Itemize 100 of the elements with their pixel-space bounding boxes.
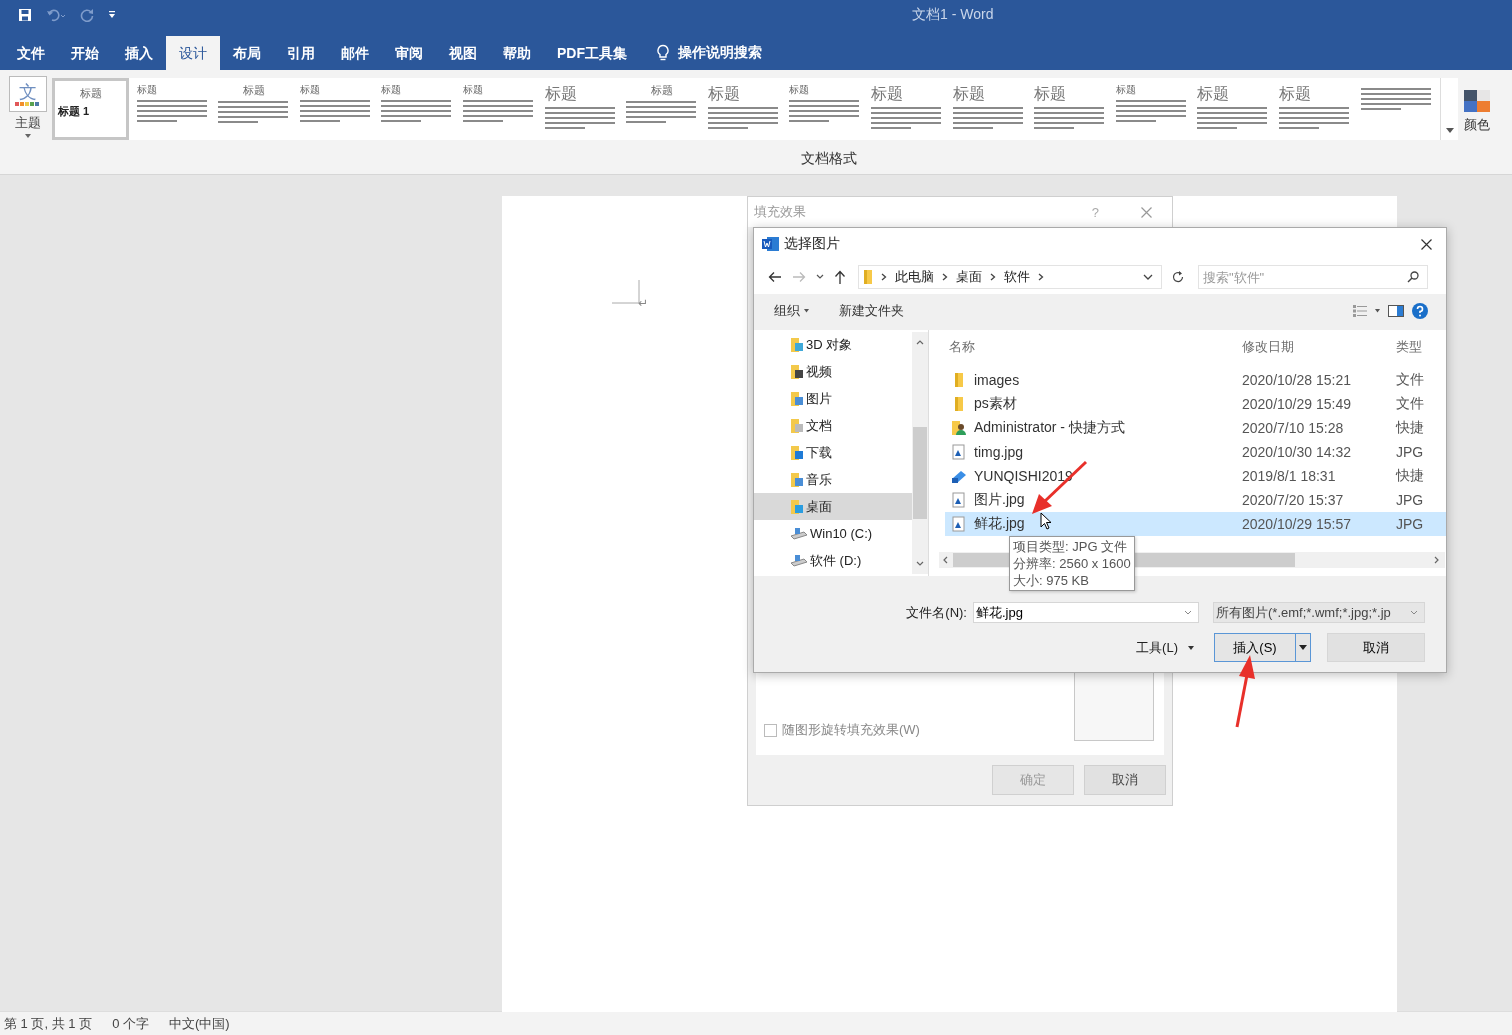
- file-row[interactable]: ps素材 2020/10/29 15:49 文件: [945, 392, 1446, 416]
- style-thumbnail[interactable]: 标题: [133, 78, 211, 140]
- ribbon-tab[interactable]: 帮助: [490, 36, 544, 70]
- cancel-button[interactable]: 取消: [1327, 633, 1425, 662]
- chevron-down-icon[interactable]: [816, 274, 824, 280]
- file-row[interactable]: images 2020/10/28 15:21 文件: [945, 368, 1446, 392]
- redo-icon[interactable]: [80, 8, 94, 22]
- tools-menu-button[interactable]: 工具(L): [1136, 638, 1194, 657]
- file-type-dropdown[interactable]: 所有图片(*.emf;*.wmf;*.jpg;*.jp: [1213, 602, 1425, 623]
- help-icon[interactable]: [1412, 303, 1428, 319]
- library-folder-icon: [790, 336, 804, 353]
- toolbar-button[interactable]: 组织: [774, 302, 809, 320]
- navigation-item[interactable]: 视频: [754, 358, 912, 385]
- breadcrumb-item[interactable]: 桌面: [956, 268, 982, 286]
- navigation-item[interactable]: 文档: [754, 412, 912, 439]
- file-date: 2020/10/29 15:49: [1241, 396, 1352, 412]
- text-lines-drawing: [1360, 88, 1431, 112]
- navigation-item[interactable]: 图片: [754, 385, 912, 412]
- ribbon-tab[interactable]: 插入: [112, 36, 166, 70]
- style-thumbnail[interactable]: 标题: [1112, 78, 1190, 140]
- text-lines-drawing: [299, 100, 370, 124]
- file-name: 鲜花.jpg: [974, 515, 1025, 533]
- insert-dropdown-button[interactable]: [1296, 633, 1311, 662]
- file-row[interactable]: YUNQISHI2019 2019/8/1 18:31 快捷: [945, 464, 1446, 488]
- style-thumbnail[interactable]: 标题: [215, 78, 293, 140]
- file-row[interactable]: 图片.jpg 2020/7/20 15:37 JPG: [945, 488, 1446, 512]
- file-row[interactable]: timg.jpg 2020/10/30 14:32 JPG: [945, 440, 1446, 464]
- ribbon-tab[interactable]: 布局: [220, 36, 274, 70]
- file-row[interactable]: 鲜花.jpg 2020/10/29 15:57 JPG: [945, 512, 1446, 536]
- ribbon-tab[interactable]: 引用: [274, 36, 328, 70]
- refresh-icon[interactable]: [1172, 271, 1184, 283]
- close-icon[interactable]: [1421, 238, 1432, 250]
- status-text: 第 1 页, 共 1 页: [4, 1014, 93, 1033]
- colors-button[interactable]: 颜色: [1464, 90, 1490, 134]
- file-row[interactable]: Administrator - 快捷方式 2020/7/10 15:28 快捷: [945, 416, 1446, 440]
- style-thumbnail[interactable]: 标题: [1031, 78, 1109, 140]
- customize-caret-icon[interactable]: [108, 11, 116, 19]
- back-arrow-icon[interactable]: [768, 271, 782, 283]
- checkbox-label: 随图形旋转填充效果(W): [782, 721, 920, 739]
- dialog-button[interactable]: 取消: [1084, 765, 1166, 795]
- themes-button[interactable]: 文 主题: [8, 76, 48, 138]
- caret-icon: [25, 134, 31, 138]
- text-lines-drawing: [462, 100, 533, 124]
- style-thumbnail[interactable]: 标题 标题 1: [52, 78, 129, 140]
- colors-label: 颜色: [1464, 116, 1490, 134]
- style-thumbnail[interactable]: 标题: [786, 78, 864, 140]
- scrollbar[interactable]: [912, 332, 928, 574]
- breadcrumb-item[interactable]: 此电脑: [895, 268, 934, 286]
- checkbox[interactable]: [764, 723, 777, 737]
- navigation-item[interactable]: 音乐: [754, 466, 912, 493]
- style-thumbnail[interactable]: 标题: [704, 78, 782, 140]
- navigation-item[interactable]: Win10 (C:): [754, 520, 912, 547]
- caret-icon[interactable]: [1375, 309, 1380, 313]
- address-bar[interactable]: 此电脑 桌面 软件: [858, 265, 1162, 289]
- search-field[interactable]: 搜索"软件": [1198, 265, 1428, 289]
- margin-corner-icon: [612, 280, 640, 304]
- ribbon-tab[interactable]: 视图: [436, 36, 490, 70]
- toolbar-button[interactable]: 新建文件夹: [839, 302, 904, 320]
- text-lines-drawing: [136, 100, 207, 124]
- tell-me-search[interactable]: 操作说明搜索: [656, 36, 762, 70]
- style-thumbnail[interactable]: 标题: [378, 78, 456, 140]
- navigation-label: 3D 对象: [806, 335, 853, 354]
- up-arrow-icon[interactable]: [834, 270, 846, 284]
- style-thumbnail[interactable]: 标题: [867, 78, 945, 140]
- caret-icon: [1445, 128, 1454, 134]
- style-thumbnail[interactable]: 标题: [1194, 78, 1272, 140]
- library-folder-icon: [790, 444, 804, 461]
- preview-pane-icon[interactable]: [1388, 305, 1404, 317]
- breadcrumb-item[interactable]: 软件: [1004, 268, 1030, 286]
- undo-icon[interactable]: [46, 8, 66, 22]
- text-lines-drawing: [381, 100, 452, 124]
- thumbnail-heading: 标题: [462, 84, 484, 96]
- ribbon-tab[interactable]: 邮件: [328, 36, 382, 70]
- style-thumbnail[interactable]: 标题: [296, 78, 374, 140]
- style-thumbnail[interactable]: 标题: [459, 78, 537, 140]
- thumbnail-heading: 标题: [1278, 84, 1312, 104]
- file-name: ps素材: [974, 395, 1017, 413]
- column-header[interactable]: 类型: [1390, 338, 1446, 356]
- style-thumbnail[interactable]: 标题: [623, 78, 701, 140]
- navigation-item[interactable]: 3D 对象: [754, 331, 912, 358]
- ribbon-tab[interactable]: 设计: [166, 36, 220, 70]
- ribbon-tab[interactable]: PDF工具集: [544, 36, 640, 70]
- navigation-item[interactable]: 软件 (D:): [754, 547, 912, 574]
- ribbon-tab[interactable]: 开始: [58, 36, 112, 70]
- column-header[interactable]: 修改日期: [1228, 338, 1390, 356]
- image-file-icon: [951, 492, 967, 508]
- column-header[interactable]: 名称: [933, 338, 1228, 356]
- style-thumbnail[interactable]: 标题: [1275, 78, 1353, 140]
- style-thumbnail[interactable]: 标题: [949, 78, 1027, 140]
- thumbnail-heading: 标题: [1034, 84, 1068, 104]
- library-folder-icon: [790, 471, 804, 488]
- style-thumbnail[interactable]: 标题: [541, 78, 619, 140]
- file-name-field[interactable]: 鲜花.jpg: [973, 602, 1199, 623]
- save-icon[interactable]: [18, 8, 32, 22]
- navigation-item[interactable]: 下载: [754, 439, 912, 466]
- ribbon-tab[interactable]: 文件: [4, 36, 58, 70]
- navigation-item[interactable]: 桌面: [754, 493, 912, 520]
- insert-button[interactable]: 插入(S): [1214, 633, 1296, 662]
- ribbon-tab[interactable]: 审阅: [382, 36, 436, 70]
- file-type: JPG: [1395, 492, 1425, 508]
